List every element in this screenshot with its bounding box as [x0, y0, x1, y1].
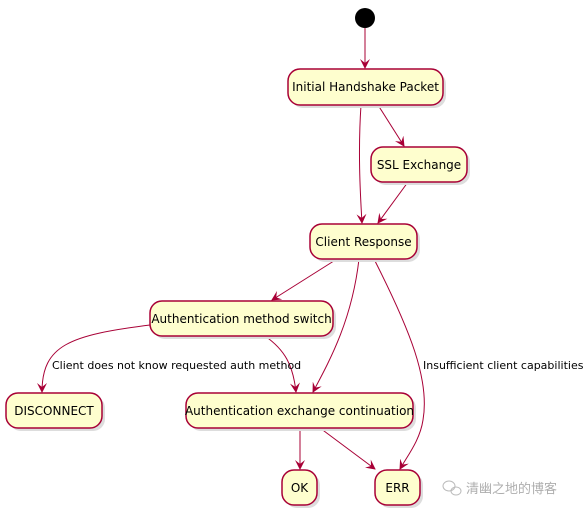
svg-text:Authentication method switch: Authentication method switch — [151, 312, 331, 326]
node-auth-method-switch: Authentication method switch — [149, 300, 336, 339]
svg-text:OK: OK — [291, 481, 309, 495]
node-disconnect: DISCONNECT — [5, 392, 105, 431]
start-node — [355, 8, 375, 28]
edge-initial-response — [356, 104, 367, 224]
node-ssl-exchange: SSL Exchange — [370, 146, 470, 185]
edge-initial-ssl — [377, 104, 405, 147]
edge-label-err: Insufficient client capabilities — [423, 359, 583, 372]
watermark: 清幽之地的博客 — [442, 480, 557, 497]
svg-text:Initial Handshake Packet: Initial Handshake Packet — [292, 80, 439, 94]
node-ok: OK — [281, 469, 320, 508]
edge-ssl-response — [377, 181, 409, 224]
svg-text:ERR: ERR — [385, 481, 409, 495]
edge-response-switch — [271, 258, 338, 301]
edge-continue-err — [319, 427, 376, 470]
wechat-icon — [442, 480, 462, 496]
edge-response-err — [373, 258, 425, 470]
node-err: ERR — [374, 469, 423, 508]
activity-diagram: Client does not know requested auth meth… — [5, 8, 583, 508]
svg-text:Authentication exchange contin: Authentication exchange continuation — [185, 404, 414, 418]
node-client-response: Client Response — [309, 223, 420, 262]
svg-text:SSL Exchange: SSL Exchange — [377, 158, 461, 172]
node-auth-exchange-continuation: Authentication exchange continuation — [185, 392, 416, 431]
watermark-text: 清幽之地的博客 — [466, 481, 557, 497]
edge-label-disconnect: Client does not know requested auth meth… — [52, 359, 301, 372]
node-initial-handshake: Initial Handshake Packet — [287, 68, 446, 108]
svg-text:DISCONNECT: DISCONNECT — [14, 404, 94, 418]
svg-text:Client Response: Client Response — [315, 235, 411, 249]
